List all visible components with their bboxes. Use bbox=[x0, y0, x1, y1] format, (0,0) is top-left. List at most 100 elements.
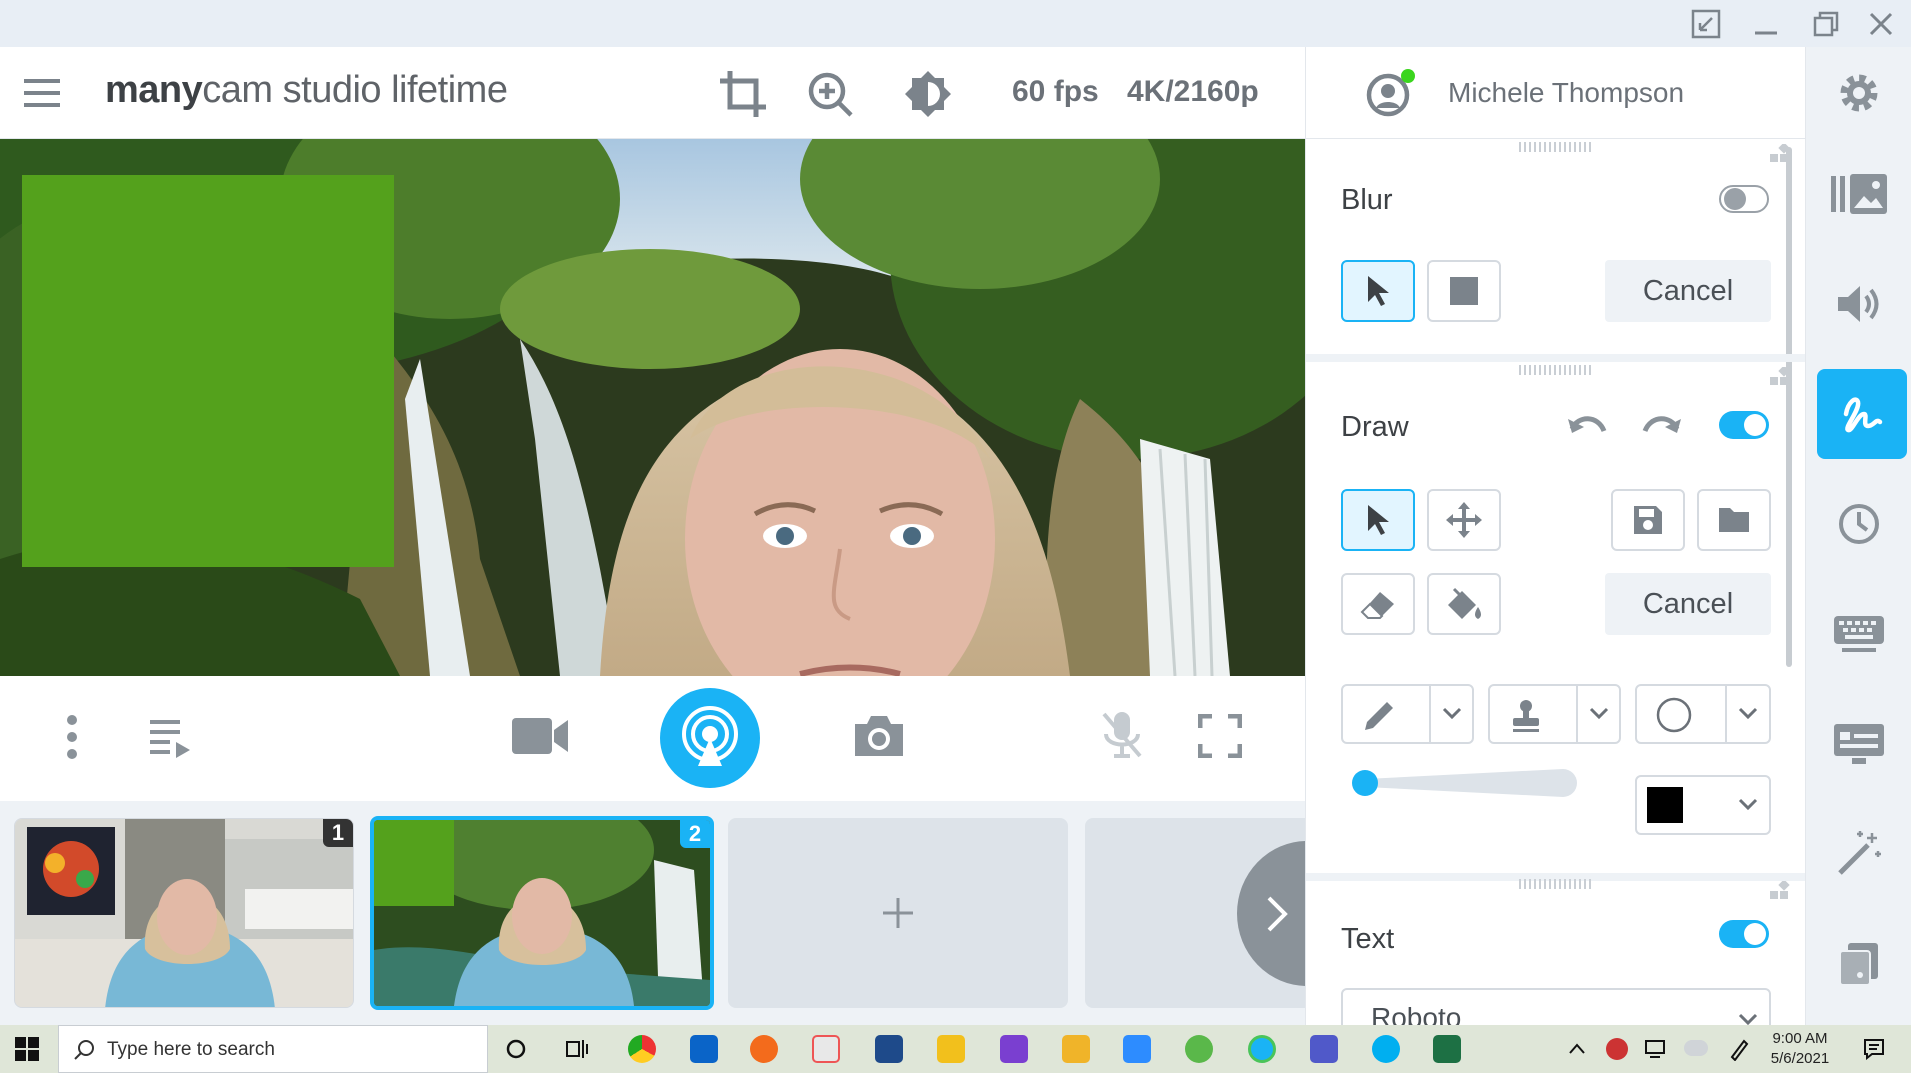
app-grid-icon[interactable] bbox=[1000, 1035, 1028, 1063]
taskbar-search-box[interactable]: Type here to search bbox=[58, 1025, 488, 1073]
open-drawing-button[interactable] bbox=[1697, 489, 1771, 551]
logo-brand-bold: many bbox=[105, 69, 203, 111]
snapshot-camera-icon[interactable] bbox=[853, 714, 905, 758]
chevron-down-icon bbox=[1737, 1012, 1759, 1025]
undo-icon[interactable] bbox=[1566, 409, 1608, 443]
shape-tool-dropdown[interactable] bbox=[1635, 684, 1771, 744]
video-preview[interactable] bbox=[0, 139, 1305, 676]
excel-icon[interactable] bbox=[1433, 1035, 1461, 1063]
broadcast-live-button[interactable] bbox=[660, 688, 760, 788]
move-arrows-icon bbox=[1446, 502, 1482, 538]
dropdown-divider bbox=[1429, 686, 1431, 742]
chrome-icon[interactable] bbox=[628, 1035, 656, 1063]
app-logo: manycam studio lifetime bbox=[105, 69, 508, 112]
preset-number: 2 bbox=[680, 820, 710, 848]
layers-icon[interactable] bbox=[1818, 923, 1900, 1005]
floppy-disk-icon bbox=[1634, 506, 1662, 534]
media-library-icon[interactable] bbox=[1818, 153, 1900, 235]
audio-volume-icon[interactable] bbox=[1818, 263, 1900, 345]
draw-select-tool[interactable] bbox=[1341, 489, 1415, 551]
hamburger-menu-icon[interactable] bbox=[22, 75, 62, 111]
lower-thirds-icon[interactable] bbox=[1818, 703, 1900, 785]
resolution-indicator[interactable]: 4K/2160p bbox=[1127, 75, 1259, 109]
eraser-tool[interactable] bbox=[1341, 573, 1415, 635]
chrome-profile-icon[interactable] bbox=[1248, 1035, 1276, 1063]
zoom-app-icon[interactable] bbox=[1123, 1035, 1151, 1063]
text-toggle[interactable] bbox=[1719, 920, 1769, 948]
zoom-in-icon[interactable] bbox=[805, 69, 855, 119]
brightness-icon[interactable] bbox=[903, 69, 953, 119]
video-camera-icon[interactable] bbox=[510, 714, 570, 758]
eraser-icon bbox=[1360, 592, 1394, 619]
task-view-icon[interactable] bbox=[565, 1038, 589, 1060]
restore-to-mini-icon[interactable] bbox=[1676, 0, 1736, 47]
drawing-tools-icon[interactable] bbox=[1817, 369, 1907, 459]
network-icon[interactable] bbox=[1644, 1039, 1666, 1059]
minimize-icon[interactable] bbox=[1736, 0, 1796, 47]
keyboard-icon[interactable] bbox=[1818, 593, 1900, 675]
add-preset-button[interactable] bbox=[728, 818, 1068, 1008]
notifications-icon[interactable] bbox=[1863, 1038, 1885, 1060]
fps-indicator[interactable]: 60 fps bbox=[1012, 75, 1099, 109]
cortana-icon[interactable] bbox=[505, 1038, 527, 1060]
drag-handle[interactable] bbox=[1519, 142, 1594, 152]
draw-move-tool[interactable] bbox=[1427, 489, 1501, 551]
redo-icon[interactable] bbox=[1641, 409, 1683, 443]
window-title-bar bbox=[0, 0, 1911, 47]
more-options-icon[interactable] bbox=[62, 714, 82, 760]
sticky-notes-icon[interactable] bbox=[937, 1035, 965, 1063]
windows-start-icon[interactable] bbox=[15, 1037, 39, 1061]
tray-app-icon[interactable] bbox=[1606, 1038, 1628, 1060]
microphone-muted-icon[interactable] bbox=[1100, 710, 1144, 760]
send-app-icon[interactable] bbox=[1185, 1035, 1213, 1063]
file-explorer-icon[interactable] bbox=[1062, 1035, 1090, 1063]
pin-section-icon[interactable] bbox=[1768, 367, 1790, 389]
maximize-icon[interactable] bbox=[1796, 0, 1856, 47]
onedrive-icon[interactable] bbox=[1684, 1040, 1708, 1056]
blur-toggle[interactable] bbox=[1719, 185, 1769, 213]
blur-rectangle-tool[interactable] bbox=[1427, 260, 1501, 322]
fullscreen-icon[interactable] bbox=[1198, 714, 1242, 758]
broadcast-icon bbox=[682, 706, 738, 766]
blur-select-tool[interactable] bbox=[1341, 260, 1415, 322]
blur-section-title: Blur bbox=[1341, 184, 1393, 216]
blur-cancel-button[interactable]: Cancel bbox=[1605, 260, 1771, 322]
playlist-icon[interactable] bbox=[148, 718, 192, 758]
draw-section-title: Draw bbox=[1341, 411, 1409, 443]
show-hidden-icons-chevron[interactable] bbox=[1568, 1041, 1586, 1055]
drag-handle[interactable] bbox=[1519, 879, 1594, 889]
pen-workspace-icon[interactable] bbox=[1728, 1037, 1750, 1061]
settings-gear-icon[interactable] bbox=[1818, 52, 1900, 134]
preset-thumbnail-active[interactable]: 2 bbox=[370, 816, 714, 1010]
preset-thumbnail[interactable]: 1 bbox=[14, 818, 354, 1008]
history-clock-icon[interactable] bbox=[1818, 483, 1900, 565]
font-family-select[interactable]: Roboto bbox=[1341, 988, 1771, 1025]
fill-bucket-tool[interactable] bbox=[1427, 573, 1501, 635]
brush-size-slider[interactable] bbox=[1351, 765, 1581, 801]
calculator-icon[interactable] bbox=[875, 1035, 903, 1063]
outlook-icon[interactable] bbox=[690, 1035, 718, 1063]
square-icon bbox=[1450, 277, 1478, 305]
drag-handle[interactable] bbox=[1519, 365, 1594, 375]
search-placeholder: Type here to search bbox=[107, 1039, 275, 1060]
draw-toggle[interactable] bbox=[1719, 411, 1769, 439]
snipping-tool-icon[interactable] bbox=[812, 1035, 840, 1063]
stamp-tool-dropdown[interactable] bbox=[1488, 684, 1621, 744]
green-shape-overlay[interactable] bbox=[22, 175, 394, 567]
skype-icon[interactable] bbox=[1372, 1035, 1400, 1063]
draw-cancel-button[interactable]: Cancel bbox=[1605, 573, 1771, 635]
teams-icon[interactable] bbox=[1310, 1035, 1338, 1063]
close-icon[interactable] bbox=[1851, 0, 1911, 47]
pin-section-icon[interactable] bbox=[1768, 144, 1790, 166]
pin-section-icon[interactable] bbox=[1768, 881, 1790, 903]
taskbar-clock[interactable]: 9:00 AM 5/6/2021 bbox=[1760, 1029, 1840, 1069]
crop-icon[interactable] bbox=[718, 69, 768, 119]
panel-scrollbar[interactable] bbox=[1786, 147, 1792, 667]
effects-magic-wand-icon[interactable] bbox=[1818, 813, 1900, 895]
save-drawing-button[interactable] bbox=[1611, 489, 1685, 551]
pen-tool-dropdown[interactable] bbox=[1341, 684, 1474, 744]
firefox-icon[interactable] bbox=[750, 1035, 778, 1063]
selected-color-swatch bbox=[1647, 787, 1683, 823]
color-picker-dropdown[interactable] bbox=[1635, 775, 1771, 835]
user-name[interactable]: Michele Thompson bbox=[1448, 77, 1684, 109]
